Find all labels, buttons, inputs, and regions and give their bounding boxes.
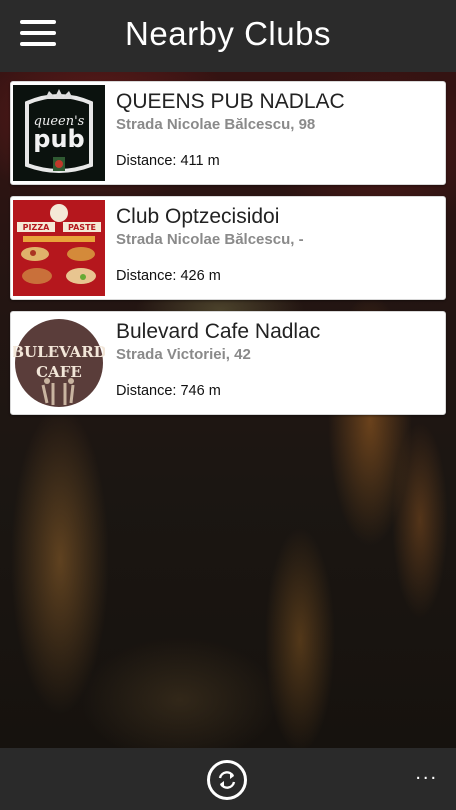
list-item[interactable]: queen's pub QUEENS PUB NADLAC Strada Nic…	[10, 81, 446, 185]
club-logo: PIZZA PASTE	[13, 200, 105, 296]
page-title: Nearby Clubs	[125, 15, 331, 52]
club-list: queen's pub QUEENS PUB NADLAC Strada Nic…	[10, 81, 446, 426]
club-address: Strada Nicolae Bălcescu, 98	[116, 116, 316, 133]
club-address: Strada Nicolae Bălcescu, -	[116, 231, 304, 248]
svg-text:PASTE: PASTE	[68, 223, 96, 232]
svg-text:PIZZA: PIZZA	[23, 223, 50, 232]
more-options-button[interactable]: ...	[415, 762, 438, 785]
svg-text:pub: pub	[33, 125, 84, 153]
list-item[interactable]: PIZZA PASTE Club Optzecisidoi Strada Nic…	[10, 196, 446, 300]
refresh-icon[interactable]	[207, 760, 247, 800]
club-logo: queen's pub	[13, 85, 105, 181]
club-logo: BULEVARD CAFE	[13, 315, 105, 411]
club-distance: Distance: 426 m	[116, 268, 221, 284]
svg-text:CAFE: CAFE	[36, 363, 82, 381]
header-bar: Nearby Clubs	[0, 0, 456, 72]
club-distance: Distance: 746 m	[116, 383, 221, 399]
list-item[interactable]: BULEVARD CAFE Bulevard Cafe Nadlac Strad…	[10, 311, 446, 415]
club-distance: Distance: 411 m	[116, 153, 220, 169]
app-bar: ...	[0, 748, 456, 810]
svg-text:BULEVARD: BULEVARD	[13, 343, 105, 361]
club-name: Club Optzecisidoi	[116, 205, 280, 228]
club-name: Bulevard Cafe Nadlac	[116, 320, 321, 343]
club-address: Strada Victoriei, 42	[116, 346, 251, 363]
club-name: QUEENS PUB NADLAC	[116, 90, 345, 113]
